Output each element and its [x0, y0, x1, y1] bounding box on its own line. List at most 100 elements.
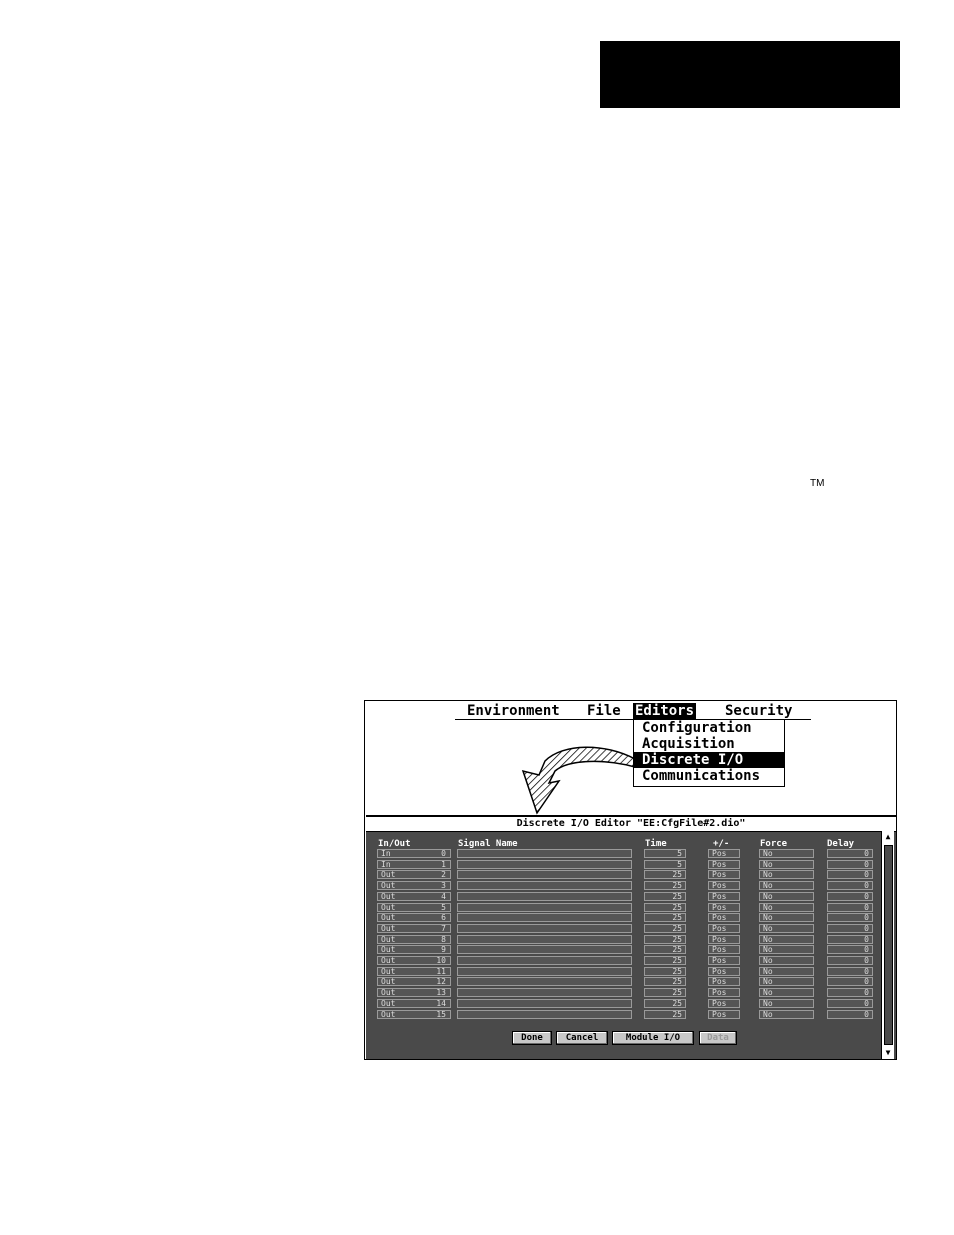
cell-delay[interactable]: 0: [827, 859, 873, 869]
cell-time[interactable]: 25: [644, 956, 686, 965]
cell-delay[interactable]: 0: [827, 998, 873, 1008]
cell-force[interactable]: No: [759, 1009, 814, 1019]
cell-delay[interactable]: 0: [827, 966, 873, 976]
cell-signal-name[interactable]: [457, 902, 632, 912]
cell-delay[interactable]: 0: [827, 870, 873, 880]
cell-sign[interactable]: Pos: [708, 956, 740, 965]
cell-time[interactable]: 25: [644, 998, 686, 1008]
cell-in-out[interactable]: In 0: [377, 849, 451, 858]
cell-in-out[interactable]: Out 7: [377, 923, 451, 933]
cell-delay[interactable]: 0: [827, 902, 873, 912]
cell-delay[interactable]: 0: [827, 956, 873, 965]
cell-delay[interactable]: 0: [827, 934, 873, 944]
cell-time[interactable]: 25: [644, 934, 686, 944]
cell-sign[interactable]: Pos: [708, 870, 740, 880]
cell-time[interactable]: 25: [644, 1009, 686, 1019]
cell-in-out[interactable]: Out 4: [377, 891, 451, 901]
cell-force[interactable]: No: [759, 849, 814, 858]
dropdown-item-configuration[interactable]: Configuration: [634, 720, 784, 736]
cell-delay[interactable]: 0: [827, 923, 873, 933]
cell-sign[interactable]: Pos: [708, 881, 740, 891]
cell-time[interactable]: 25: [644, 988, 686, 998]
cell-time[interactable]: 25: [644, 966, 686, 976]
cell-delay[interactable]: 0: [827, 891, 873, 901]
cell-force[interactable]: No: [759, 913, 814, 923]
cell-signal-name[interactable]: [457, 998, 632, 1008]
cell-time[interactable]: 25: [644, 923, 686, 933]
cell-sign[interactable]: Pos: [708, 923, 740, 933]
cell-delay[interactable]: 0: [827, 913, 873, 923]
cancel-button[interactable]: Cancel: [556, 1031, 608, 1045]
cell-force[interactable]: No: [759, 945, 814, 955]
cell-time[interactable]: 5: [644, 849, 686, 858]
cell-force[interactable]: No: [759, 923, 814, 933]
cell-force[interactable]: No: [759, 870, 814, 880]
cell-time[interactable]: 5: [644, 859, 686, 869]
cell-time[interactable]: 25: [644, 881, 686, 891]
cell-force[interactable]: No: [759, 934, 814, 944]
cell-in-out[interactable]: Out 15: [377, 1009, 451, 1019]
cell-force[interactable]: No: [759, 881, 814, 891]
menu-security[interactable]: Security: [723, 703, 794, 719]
cell-in-out[interactable]: Out 6: [377, 913, 451, 923]
data-button[interactable]: Data: [699, 1031, 737, 1045]
cell-force[interactable]: No: [759, 998, 814, 1008]
cell-signal-name[interactable]: [457, 891, 632, 901]
scroll-up-arrow-icon[interactable]: ▲: [882, 831, 894, 843]
cell-delay[interactable]: 0: [827, 988, 873, 998]
cell-time[interactable]: 25: [644, 977, 686, 987]
cell-sign[interactable]: Pos: [708, 891, 740, 901]
cell-signal-name[interactable]: [457, 849, 632, 858]
cell-sign[interactable]: Pos: [708, 902, 740, 912]
cell-signal-name[interactable]: [457, 956, 632, 965]
cell-sign[interactable]: Pos: [708, 934, 740, 944]
cell-in-out[interactable]: Out 12: [377, 977, 451, 987]
cell-sign[interactable]: Pos: [708, 849, 740, 858]
cell-in-out[interactable]: Out 3: [377, 881, 451, 891]
done-button[interactable]: Done: [512, 1031, 552, 1045]
cell-force[interactable]: No: [759, 988, 814, 998]
cell-sign[interactable]: Pos: [708, 859, 740, 869]
cell-signal-name[interactable]: [457, 966, 632, 976]
cell-force[interactable]: No: [759, 966, 814, 976]
menu-file[interactable]: File: [585, 703, 623, 719]
cell-time[interactable]: 25: [644, 945, 686, 955]
cell-sign[interactable]: Pos: [708, 988, 740, 998]
cell-force[interactable]: No: [759, 902, 814, 912]
cell-signal-name[interactable]: [457, 870, 632, 880]
vertical-scrollbar[interactable]: ▲ ▼: [881, 831, 894, 1059]
cell-delay[interactable]: 0: [827, 945, 873, 955]
cell-sign[interactable]: Pos: [708, 1009, 740, 1019]
cell-in-out[interactable]: Out 10: [377, 956, 451, 965]
cell-force[interactable]: No: [759, 956, 814, 965]
cell-signal-name[interactable]: [457, 1009, 632, 1019]
cell-signal-name[interactable]: [457, 881, 632, 891]
cell-sign[interactable]: Pos: [708, 998, 740, 1008]
cell-delay[interactable]: 0: [827, 849, 873, 858]
cell-signal-name[interactable]: [457, 988, 632, 998]
dropdown-item-discrete-io[interactable]: Discrete I/O: [634, 752, 784, 768]
scroll-track[interactable]: [884, 845, 893, 1045]
cell-signal-name[interactable]: [457, 859, 632, 869]
cell-in-out[interactable]: In 1: [377, 859, 451, 869]
cell-delay[interactable]: 0: [827, 1009, 873, 1019]
dropdown-item-communications[interactable]: Communications: [634, 768, 784, 784]
cell-in-out[interactable]: Out 14: [377, 998, 451, 1008]
cell-in-out[interactable]: Out 11: [377, 966, 451, 976]
cell-time[interactable]: 25: [644, 902, 686, 912]
cell-signal-name[interactable]: [457, 934, 632, 944]
cell-time[interactable]: 25: [644, 891, 686, 901]
cell-in-out[interactable]: Out 13: [377, 988, 451, 998]
cell-time[interactable]: 25: [644, 913, 686, 923]
cell-delay[interactable]: 0: [827, 881, 873, 891]
cell-sign[interactable]: Pos: [708, 966, 740, 976]
cell-signal-name[interactable]: [457, 945, 632, 955]
cell-force[interactable]: No: [759, 859, 814, 869]
menu-editors[interactable]: Editors: [633, 703, 697, 719]
cell-force[interactable]: No: [759, 977, 814, 987]
menu-environment[interactable]: Environment: [465, 703, 562, 719]
cell-in-out[interactable]: Out 9: [377, 945, 451, 955]
scroll-down-arrow-icon[interactable]: ▼: [882, 1047, 894, 1059]
cell-signal-name[interactable]: [457, 913, 632, 923]
cell-delay[interactable]: 0: [827, 977, 873, 987]
